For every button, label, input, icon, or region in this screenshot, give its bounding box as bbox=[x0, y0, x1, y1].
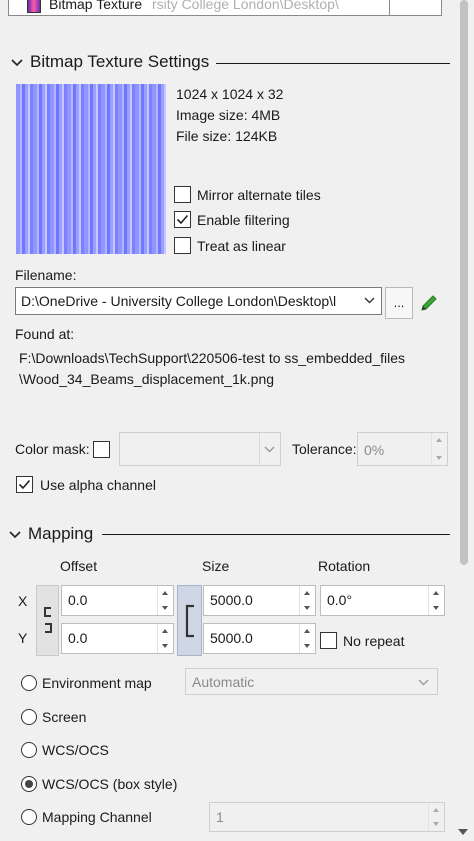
spin-down-icon[interactable] bbox=[162, 644, 168, 648]
offset-y-input[interactable]: 0.0 bbox=[61, 623, 174, 654]
chain-link-icon bbox=[44, 607, 52, 633]
filename-value: D:\OneDrive - University College London\… bbox=[21, 293, 337, 309]
found-at-label: Found at: bbox=[15, 326, 75, 342]
treat-linear-checkbox[interactable] bbox=[174, 237, 191, 254]
mapping-header[interactable]: Mapping bbox=[8, 524, 450, 546]
pencil-edit-icon[interactable] bbox=[418, 292, 440, 314]
tolerance-label: Tolerance: bbox=[292, 441, 357, 457]
texture-thumbnail-icon bbox=[27, 0, 41, 13]
offset-x-input[interactable]: 0.0 bbox=[61, 585, 174, 616]
section-divider bbox=[102, 534, 450, 535]
no-repeat-checkbox[interactable] bbox=[320, 632, 337, 649]
enable-filtering-checkbox[interactable] bbox=[174, 211, 191, 228]
row-x-label: X bbox=[18, 593, 28, 609]
offset-y-value: 0.0 bbox=[68, 630, 88, 646]
filename-label: Filename: bbox=[15, 267, 77, 283]
bitmap-settings-title: Bitmap Texture Settings bbox=[30, 52, 210, 71]
row-y-label: Y bbox=[18, 630, 28, 646]
texture-selector-path: rsity College London\Desktop\ bbox=[152, 0, 339, 12]
size-y-input[interactable]: 5000.0 bbox=[203, 623, 316, 654]
offset-x-value: 0.0 bbox=[68, 592, 88, 608]
size-y-value: 5000.0 bbox=[210, 630, 253, 646]
spin-down-icon[interactable] bbox=[304, 606, 310, 610]
environment-map-radio[interactable] bbox=[21, 675, 37, 691]
spin-up-icon[interactable] bbox=[433, 808, 439, 812]
image-size-text: Image size: 4MB bbox=[176, 107, 281, 123]
use-alpha-checkbox[interactable] bbox=[16, 476, 33, 493]
mapping-channel-value: 1 bbox=[216, 809, 224, 825]
screen-radio[interactable] bbox=[21, 709, 37, 725]
mirror-tiles-checkbox[interactable] bbox=[174, 186, 191, 203]
wcs-ocs-box-radio[interactable] bbox=[21, 776, 37, 792]
found-path-line1: F:\Downloads\TechSupport\220506-test to … bbox=[19, 350, 406, 366]
no-repeat-label: No repeat bbox=[343, 633, 405, 649]
wcs-ocs-label: WCS/OCS bbox=[42, 742, 109, 758]
spin-up-icon[interactable] bbox=[304, 629, 310, 633]
rotation-column-header: Rotation bbox=[318, 558, 371, 574]
chevron-down-icon bbox=[364, 297, 375, 304]
chevron-down-icon bbox=[9, 531, 21, 539]
offset-lock-button[interactable] bbox=[36, 585, 59, 656]
spin-up-icon[interactable] bbox=[433, 591, 439, 595]
spin-down-icon[interactable] bbox=[304, 644, 310, 648]
environment-map-combo[interactable]: Automatic bbox=[185, 668, 438, 695]
mapping-title: Mapping bbox=[28, 524, 94, 543]
vertical-scrollbar[interactable] bbox=[453, 0, 474, 841]
file-size-text: File size: 124KB bbox=[176, 128, 278, 144]
section-divider bbox=[216, 63, 450, 64]
color-mask-checkbox[interactable] bbox=[93, 441, 110, 458]
texture-preview-image bbox=[16, 84, 166, 254]
chain-link-icon bbox=[185, 604, 194, 638]
texture-selector-label: Bitmap Texture bbox=[49, 0, 143, 12]
enable-filtering-label: Enable filtering bbox=[197, 212, 290, 228]
environment-map-value: Automatic bbox=[192, 674, 255, 690]
spin-up-icon[interactable] bbox=[436, 438, 442, 442]
use-alpha-label: Use alpha channel bbox=[40, 477, 156, 493]
mirror-tiles-label: Mirror alternate tiles bbox=[197, 187, 321, 203]
filename-combo[interactable]: D:\OneDrive - University College London\… bbox=[15, 287, 382, 315]
tolerance-input[interactable]: 0% bbox=[357, 432, 448, 466]
wcs-ocs-radio[interactable] bbox=[21, 742, 37, 758]
texture-dimensions: 1024 x 1024 x 32 bbox=[176, 86, 284, 102]
environment-map-label: Environment map bbox=[42, 675, 152, 691]
spin-down-icon[interactable] bbox=[436, 456, 442, 460]
wcs-ocs-box-label: WCS/OCS (box style) bbox=[42, 776, 178, 792]
texture-selector-button[interactable] bbox=[389, 0, 441, 15]
tolerance-value: 0% bbox=[364, 442, 385, 458]
spin-up-icon[interactable] bbox=[162, 591, 168, 595]
color-mask-combo[interactable] bbox=[119, 432, 281, 466]
rotation-value: 0.0° bbox=[327, 592, 353, 608]
scroll-down-icon[interactable] bbox=[458, 829, 468, 835]
screen-label: Screen bbox=[42, 709, 87, 725]
mapping-channel-label: Mapping Channel bbox=[42, 809, 152, 825]
treat-linear-label: Treat as linear bbox=[197, 238, 286, 254]
mapping-channel-radio[interactable] bbox=[21, 809, 37, 825]
found-path-line2: \Wood_34_Beams_displacement_1k.png bbox=[19, 371, 275, 387]
browse-button[interactable]: ... bbox=[385, 287, 413, 319]
mapping-channel-input[interactable]: 1 bbox=[209, 802, 445, 832]
chevron-down-icon bbox=[418, 679, 429, 686]
scrollbar-thumb[interactable] bbox=[460, 0, 468, 565]
size-x-input[interactable]: 5000.0 bbox=[203, 585, 316, 616]
chevron-down-icon bbox=[264, 446, 275, 453]
offset-column-header: Offset bbox=[60, 558, 98, 574]
texture-selector[interactable]: Bitmap Texture rsity College London\Desk… bbox=[8, 0, 442, 16]
checkmark-icon bbox=[18, 479, 31, 490]
spin-up-icon[interactable] bbox=[162, 629, 168, 633]
checkmark-icon bbox=[176, 214, 189, 225]
spin-down-icon[interactable] bbox=[433, 606, 439, 610]
spin-down-icon[interactable] bbox=[162, 606, 168, 610]
chevron-down-icon bbox=[11, 59, 23, 67]
size-column-header: Size bbox=[202, 558, 230, 574]
color-mask-label: Color mask: bbox=[15, 441, 90, 457]
size-lock-button[interactable] bbox=[177, 585, 202, 656]
spin-up-icon[interactable] bbox=[304, 591, 310, 595]
spin-down-icon[interactable] bbox=[433, 822, 439, 826]
rotation-input[interactable]: 0.0° bbox=[320, 585, 445, 616]
size-x-value: 5000.0 bbox=[210, 592, 253, 608]
